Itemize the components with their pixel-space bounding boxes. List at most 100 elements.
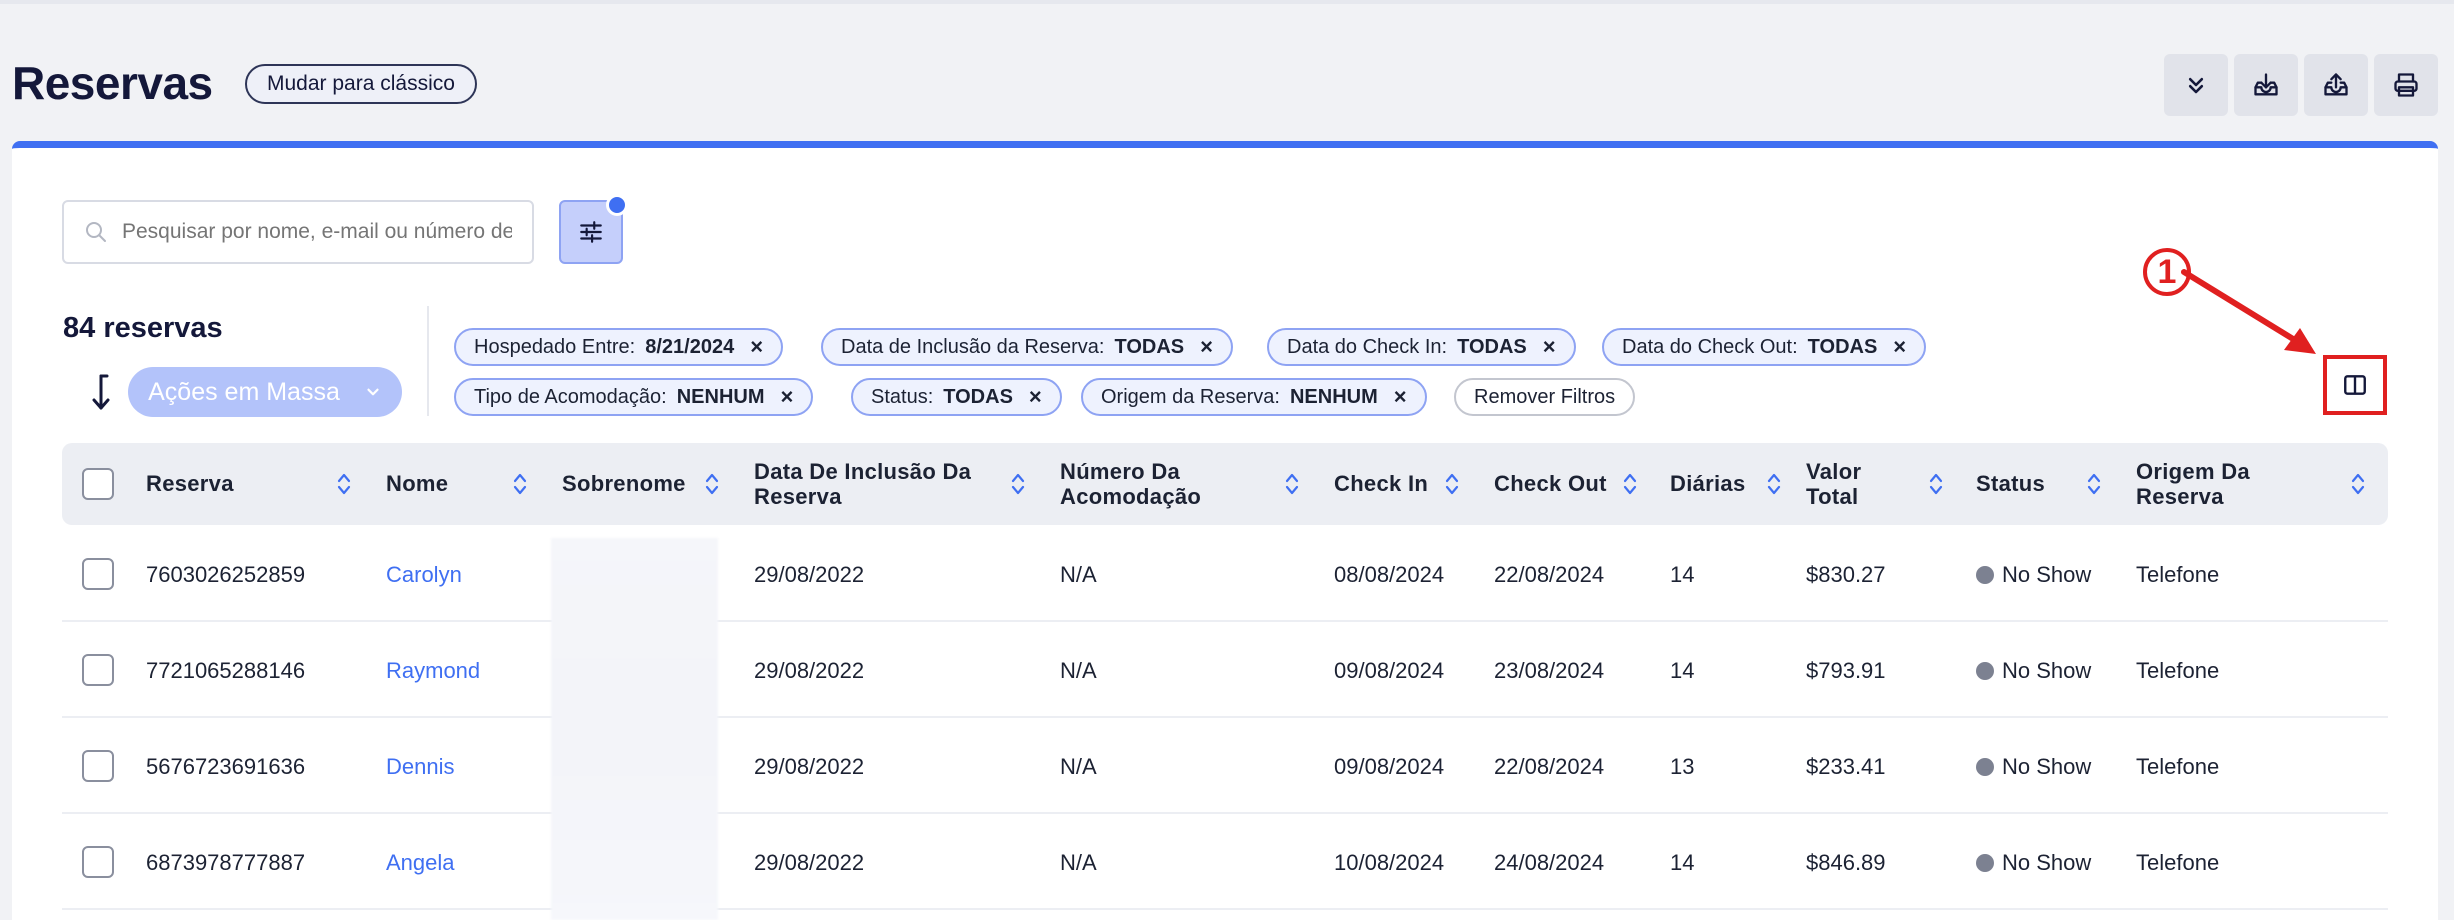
cell-acomodacao: N/A <box>1060 658 1097 683</box>
sort-icon[interactable] <box>1444 471 1460 497</box>
filter-active-dot <box>606 194 628 216</box>
column-header-acomodacao[interactable]: Número Da Acomodação <box>1060 459 1201 509</box>
cell-reserva: 6873978777887 <box>146 850 306 875</box>
cell-checkin: 09/08/2024 <box>1334 754 1445 779</box>
cell-valor: $846.89 <box>1806 850 1886 875</box>
table-header: Reserva Nome Sobrenome Data De Inclusão … <box>62 443 2388 525</box>
select-all-checkbox[interactable] <box>82 468 114 500</box>
download-button[interactable] <box>2234 54 2298 116</box>
cell-status: No Show <box>1976 850 2091 876</box>
cell-reserva: 5676723691636 <box>146 754 306 779</box>
cell-nome-link[interactable]: Dennis <box>386 754 454 780</box>
chevron-down-icon <box>367 388 379 396</box>
cell-nome-link[interactable]: Angela <box>386 850 455 876</box>
cell-checkout: 22/08/2024 <box>1494 562 1605 587</box>
filter-chip-acomodacao[interactable]: Tipo de Acomodação: NENHUM × <box>454 378 814 416</box>
page-title: Reservas <box>12 57 213 109</box>
filter-chip-checkin[interactable]: Data do Check In: TODAS × <box>1267 328 1576 366</box>
upload-button[interactable] <box>2304 54 2368 116</box>
row-checkbox[interactable] <box>82 654 114 686</box>
cell-origem: Telefone <box>2136 850 2220 875</box>
remove-filters-button[interactable]: Remover Filtros <box>1454 378 1636 416</box>
sliders-icon <box>580 221 602 243</box>
top-border <box>0 0 2454 4</box>
cell-reserva: 7603026252859 <box>146 562 306 587</box>
filter-chip-hospedado[interactable]: Hospedado Entre: 8/21/2024 × <box>454 328 784 366</box>
column-header-checkin[interactable]: Check In <box>1334 471 1428 496</box>
expand-button[interactable] <box>2164 54 2228 116</box>
upload-icon <box>2324 73 2348 96</box>
cell-acomodacao: N/A <box>1060 850 1097 875</box>
cell-inclusao: 29/08/2022 <box>754 850 865 875</box>
download-icon <box>2254 73 2278 96</box>
cell-inclusao: 29/08/2022 <box>754 754 865 779</box>
row-checkbox[interactable] <box>82 750 114 782</box>
cell-inclusao: 29/08/2022 <box>754 658 865 683</box>
status-dot-icon <box>1976 758 1994 776</box>
cell-valor: $830.27 <box>1806 562 1886 587</box>
bulk-actions-button[interactable]: Ações em Massa <box>128 367 402 417</box>
cell-checkin: 09/08/2024 <box>1334 658 1445 683</box>
table-row[interactable]: 7603026252859 Carolyn 29/08/2022 N/A 08/… <box>62 526 2388 622</box>
column-header-nome[interactable]: Nome <box>386 471 448 496</box>
row-checkbox[interactable] <box>82 558 114 590</box>
columns-toggle-button[interactable] <box>2323 355 2387 415</box>
cell-checkout: 24/08/2024 <box>1494 850 1605 875</box>
divider <box>427 306 429 416</box>
column-header-checkout[interactable]: Check Out <box>1494 471 1607 496</box>
cell-diarias: 14 <box>1670 850 1695 875</box>
close-icon[interactable]: × <box>1029 384 1042 410</box>
close-icon[interactable]: × <box>1200 334 1213 360</box>
print-button[interactable] <box>2374 54 2438 116</box>
cell-nome-link[interactable]: Carolyn <box>386 562 462 588</box>
sort-icon[interactable] <box>1622 471 1638 497</box>
sort-icon[interactable] <box>2086 471 2102 497</box>
search-box[interactable] <box>62 200 534 264</box>
column-header-origem[interactable]: Origem Da Reserva <box>2136 459 2250 509</box>
close-icon[interactable]: × <box>750 334 763 360</box>
sort-icon[interactable] <box>88 372 110 412</box>
filter-chip-status[interactable]: Status: TODAS × <box>851 378 1062 416</box>
filter-chip-inclusao[interactable]: Data de Inclusão da Reserva: TODAS × <box>821 328 1233 366</box>
status-dot-icon <box>1976 566 1994 584</box>
columns-icon <box>2344 375 2366 395</box>
cell-checkout: 22/08/2024 <box>1494 754 1605 779</box>
filter-chip-origem[interactable]: Origem da Reserva: NENHUM × <box>1081 378 1427 416</box>
row-checkbox[interactable] <box>82 846 114 878</box>
switch-classic-button[interactable]: Mudar para clássico <box>245 64 477 104</box>
sort-icon[interactable] <box>1928 471 1944 497</box>
filter-chip-checkout[interactable]: Data do Check Out: TODAS × <box>1602 328 1927 366</box>
close-icon[interactable]: × <box>781 384 794 410</box>
cell-diarias: 14 <box>1670 658 1695 683</box>
table-row[interactable]: 5676723691636 Dennis 29/08/2022 N/A 09/0… <box>62 718 2388 814</box>
sort-icon[interactable] <box>1010 471 1026 497</box>
cell-status: No Show <box>1976 754 2091 780</box>
sort-icon[interactable] <box>1766 471 1782 497</box>
cell-checkin: 10/08/2024 <box>1334 850 1445 875</box>
close-icon[interactable]: × <box>1893 334 1906 360</box>
column-header-reserva[interactable]: Reserva <box>146 471 234 496</box>
sort-icon[interactable] <box>336 471 352 497</box>
column-header-diarias[interactable]: Diárias <box>1670 471 1745 496</box>
close-icon[interactable]: × <box>1543 334 1556 360</box>
sort-icon[interactable] <box>512 471 528 497</box>
cell-reserva: 7721065288146 <box>146 658 306 683</box>
cell-nome-link[interactable]: Raymond <box>386 658 480 684</box>
search-input[interactable] <box>122 220 512 244</box>
search-icon <box>86 222 106 242</box>
column-header-inclusao[interactable]: Data De Inclusão Da Reserva <box>754 459 971 509</box>
cell-checkout: 23/08/2024 <box>1494 658 1605 683</box>
table-row[interactable]: 6873978777887 Angela 29/08/2022 N/A 10/0… <box>62 814 2388 910</box>
table-row[interactable]: 7721065288146 Raymond 29/08/2022 N/A 09/… <box>62 622 2388 718</box>
sort-icon[interactable] <box>1284 471 1300 497</box>
sort-icon[interactable] <box>704 471 720 497</box>
column-header-valor[interactable]: Valor Total <box>1806 459 1861 509</box>
close-icon[interactable]: × <box>1394 384 1407 410</box>
sort-icon[interactable] <box>2350 471 2366 497</box>
cell-status: No Show <box>1976 562 2091 588</box>
cell-valor: $233.41 <box>1806 754 1886 779</box>
cell-origem: Telefone <box>2136 562 2220 587</box>
reservations-count: 84 reservas <box>63 312 223 344</box>
column-header-status[interactable]: Status <box>1976 471 2045 496</box>
column-header-sobrenome[interactable]: Sobrenome <box>562 471 686 496</box>
